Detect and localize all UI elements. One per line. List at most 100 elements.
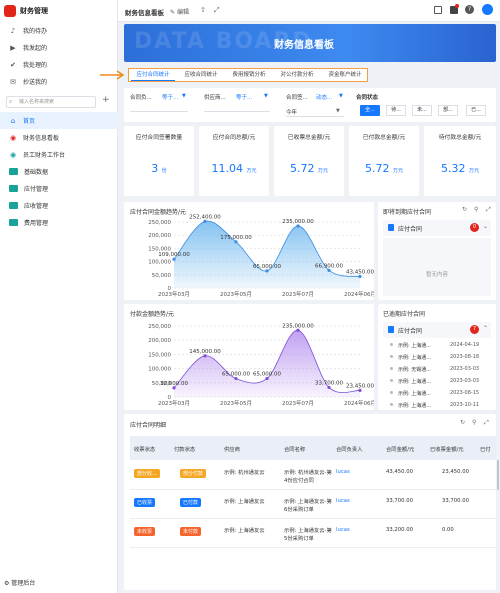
column-header[interactable]: 付款状态	[174, 445, 195, 453]
owner-cell[interactable]: lucas	[336, 469, 350, 475]
invoiced-amount-cell: 23,450.00	[442, 469, 469, 475]
filter-owner-input[interactable]	[130, 103, 188, 112]
filter-icon[interactable]: ⚲	[472, 419, 476, 426]
data-label: 23,450.00	[346, 383, 374, 389]
fullscreen-icon[interactable]: ⤢	[486, 206, 491, 214]
series-area	[174, 221, 360, 288]
help-icon[interactable]: ?	[465, 5, 474, 14]
search-input[interactable]: 输入名称来搜索	[6, 96, 96, 108]
payment-status-badge: 未付款	[180, 527, 202, 536]
layout-icon[interactable]	[434, 6, 442, 14]
data-label: 32,000.00	[160, 381, 188, 387]
tab-receivable-contracts[interactable]: 应收合同统计	[178, 69, 224, 81]
overdue-item-name[interactable]: 示例: 上海通...	[398, 342, 431, 349]
owner-cell[interactable]: lucas	[336, 498, 350, 504]
contract-name-cell[interactable]: 示例: 上海通友云-第6份采购订单	[284, 498, 334, 514]
cc-icon: ✉	[10, 77, 16, 86]
bullet-icon	[390, 379, 393, 382]
tab-fund-accounts[interactable]: 资金账户统计	[322, 69, 368, 81]
filter-icon[interactable]: ⚲	[474, 206, 478, 213]
chevron-down-icon[interactable]: ⌄	[483, 223, 488, 230]
chevron-up-icon[interactable]: ⌃	[483, 325, 488, 332]
y-tick-label: 250,000	[148, 324, 171, 330]
tab-payable-contracts[interactable]: 应付合同统计	[131, 69, 175, 81]
kpi-value: 5.72 万元	[289, 162, 328, 175]
invoice-status-badge: 已收票	[134, 498, 156, 507]
bullet-icon	[390, 391, 393, 394]
filter-sign-date-value[interactable]: 今年	[286, 108, 297, 116]
y-tick-label: 150,000	[148, 352, 171, 358]
check-icon: ✔	[10, 60, 16, 69]
edit-button[interactable]: ✎ 编辑	[170, 7, 189, 16]
avatar[interactable]	[482, 4, 493, 15]
filter-supplier-operator[interactable]: 等于...	[236, 93, 252, 101]
x-tick-label: 2024年06月	[344, 290, 374, 298]
column-header[interactable]: 收票状态	[134, 445, 155, 453]
tab-payment-analysis[interactable]: 对公付款分析	[274, 69, 320, 81]
bell-icon: ♪	[10, 26, 16, 35]
overdue-item-name[interactable]: 示例: 上海通...	[398, 378, 431, 385]
menu-expense[interactable]: 费用管理	[0, 214, 118, 231]
search-icon: ⌕	[9, 98, 13, 105]
app-logo	[4, 5, 16, 17]
contract-name-cell[interactable]: 示例: 上海通友云-第5份采购订单	[284, 527, 334, 543]
refresh-icon[interactable]: ↻	[460, 419, 465, 426]
column-header[interactable]: 合同负责人	[336, 445, 363, 453]
y-tick-label: 200,000	[148, 338, 171, 344]
filter-owner-operator[interactable]: 等于...	[162, 93, 178, 101]
menu-workbench[interactable]: ◉ 员工财务工作台	[0, 146, 118, 163]
column-header[interactable]: 合同名称	[284, 445, 305, 453]
contract-name-cell[interactable]: 示例: 杭州通友云-第4份应付合同	[284, 469, 334, 485]
menu-base-data[interactable]: 基础数据	[0, 163, 118, 180]
add-button[interactable]: +	[102, 95, 110, 105]
scrollbar[interactable]	[497, 460, 499, 490]
status-option-done[interactable]: 已...	[466, 105, 486, 116]
column-header[interactable]: 合同金额/元	[386, 445, 414, 453]
top-bar: 财务信息看板 ✎ 编辑 ⇧ ⤢ ?	[118, 0, 500, 22]
nav-initiated[interactable]: ▶ 我发起的	[0, 39, 118, 56]
nav-todo[interactable]: ♪ 我的待办	[0, 22, 118, 39]
filter-sign-date-operator[interactable]: 动态...	[316, 93, 332, 101]
column-header[interactable]: 供应商	[224, 445, 240, 453]
refresh-icon[interactable]: ↻	[462, 206, 467, 213]
admin-link[interactable]: ⚙ 管理后台	[4, 578, 35, 587]
x-tick-label: 2023年03月	[158, 399, 190, 407]
status-option-all[interactable]: 全...	[360, 105, 380, 116]
status-option-unpaid[interactable]: 未...	[412, 105, 432, 116]
amount-cell: 43,450.00	[386, 469, 413, 475]
workbench-icon: ◉	[9, 150, 17, 159]
overdue-item-name[interactable]: 示例: 上海通...	[398, 390, 431, 397]
overdue-item-name[interactable]: 示例: 上海通...	[398, 402, 431, 409]
edit-icon: ✎	[170, 9, 176, 16]
tab-expense-analysis[interactable]: 费用报销分析	[226, 69, 272, 81]
filter-supplier-label: 供应商...	[204, 95, 226, 101]
fullscreen-icon[interactable]: ⤢	[484, 419, 489, 427]
share-icon[interactable]: ⇧	[200, 6, 206, 14]
menu-finance-board[interactable]: ◉ 财务信息看板	[0, 129, 118, 146]
column-header[interactable]: 已收票金额/元	[430, 445, 464, 453]
kpi-value: 3 份	[151, 162, 167, 175]
overdue-item-date: 2023-03-03	[450, 378, 480, 384]
overdue-item-name[interactable]: 示例: 无锡通...	[398, 366, 431, 373]
status-option-partial[interactable]: 部...	[438, 105, 458, 116]
status-option-pending[interactable]: 待...	[386, 105, 406, 116]
count-badge: 0	[470, 223, 479, 232]
panel-overdue: 已逾期应付合同 应付合同 7 ⌃ 示例: 上海通... 2024-04-19 示例:…	[378, 304, 496, 410]
column-header[interactable]: 已付	[480, 445, 491, 453]
app-title: 财务管理	[20, 7, 48, 15]
menu-home[interactable]: ⌂ 首页	[0, 112, 118, 129]
supplier-cell: 示例: 上海通友云	[224, 528, 265, 534]
chart-payment-trend-svg: 250,000200,000150,000100,00050,000032,00…	[148, 323, 374, 407]
owner-cell[interactable]: lucas	[336, 527, 350, 533]
overdue-item-name[interactable]: 示例: 上海通...	[398, 354, 431, 361]
fullscreen-icon[interactable]: ⤢	[214, 6, 220, 15]
chart-payment-trend: 付款金额趋势/元 250,000 200,000 150,000 100,000 50,…	[124, 304, 374, 410]
data-label: 235,000.00	[282, 323, 314, 329]
data-label: 66,900.00	[315, 263, 343, 269]
menu-payable[interactable]: 应付管理	[0, 180, 118, 197]
bullet-icon	[390, 343, 393, 346]
chart-contract-trend: 应付合同金额趋势/元 250,000 200,000 150,000 100,000 5…	[124, 202, 374, 300]
filter-supplier-input[interactable]	[204, 103, 270, 112]
supplier-cell: 示例: 上海通友云	[224, 499, 265, 505]
menu-receivable[interactable]: 应收管理	[0, 197, 118, 214]
